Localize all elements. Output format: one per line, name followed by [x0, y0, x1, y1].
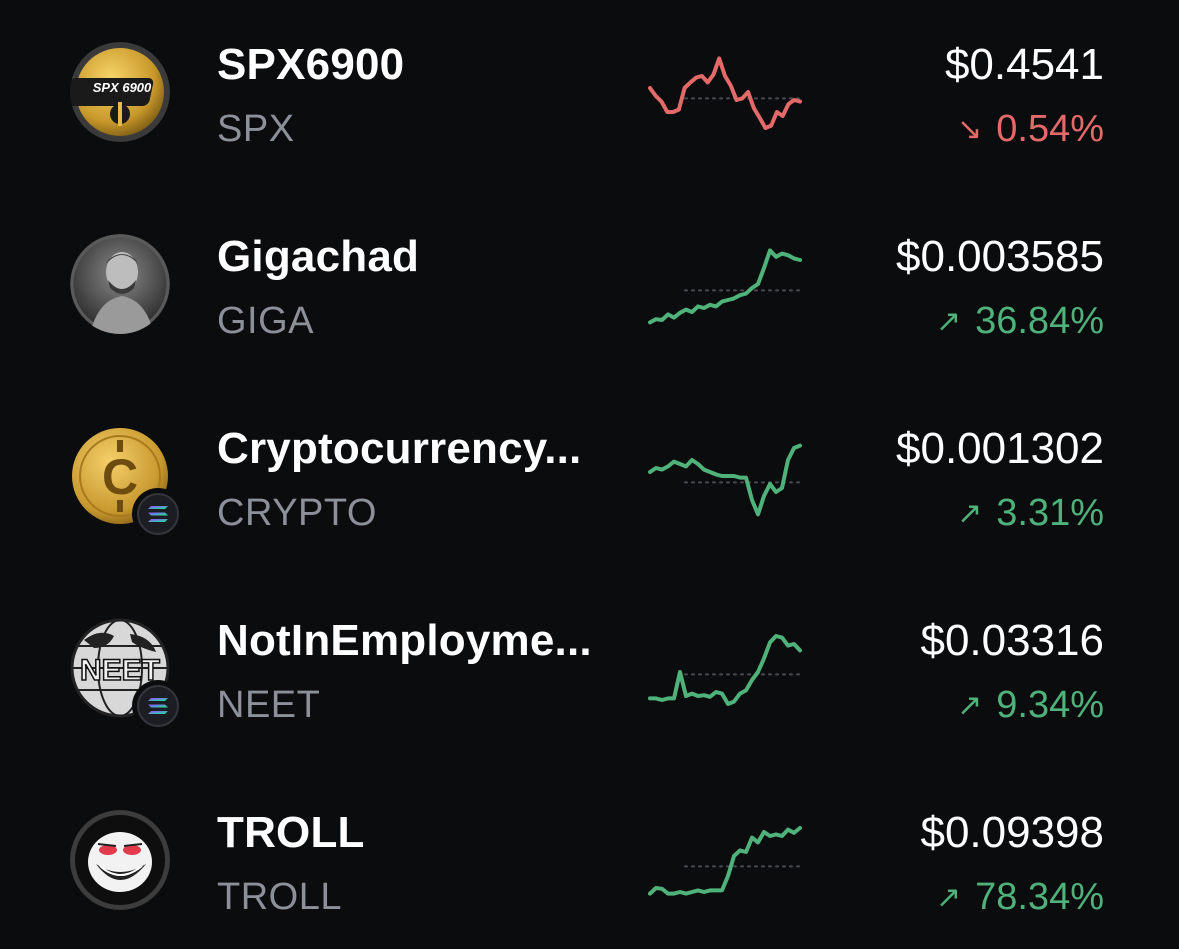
- trend-up-arrow-icon: ↗: [935, 881, 962, 914]
- price-change-value: 9.34%: [996, 684, 1104, 726]
- solana-badge-icon: [132, 488, 184, 540]
- token-symbol: NEET: [217, 684, 321, 726]
- price-change: ↘ 0.54%: [957, 108, 1104, 151]
- token-list: SPX 6900 SPX6900 SPX $0.4541 ↘ 0.54% Gig…: [0, 0, 1179, 949]
- token-symbol: CRYPTO: [217, 492, 377, 534]
- token-symbol: TROLL: [217, 876, 342, 918]
- token-price: $0.001302: [896, 424, 1104, 473]
- token-price: $0.4541: [944, 40, 1104, 89]
- sparkline-line: [648, 826, 802, 896]
- sparkline-line: [648, 443, 802, 517]
- sparkline-line: [648, 634, 802, 706]
- token-price: $0.003585: [896, 232, 1104, 281]
- price-change: ↗ 3.31%: [957, 492, 1104, 535]
- price-sparkline: [648, 443, 802, 517]
- token-symbol: SPX: [217, 108, 295, 150]
- sparkline-line: [648, 56, 802, 130]
- token-name: Cryptocurrency...: [217, 424, 582, 473]
- token-row-neet[interactable]: NEET NotInEmployme... NEET $0.03316 ↗ 9.…: [0, 576, 1179, 768]
- price-change-value: 0.54%: [996, 108, 1104, 150]
- token-price: $0.03316: [920, 616, 1104, 665]
- token-name: NotInEmployme...: [217, 616, 592, 665]
- price-sparkline: [648, 826, 802, 896]
- solana-badge-icon: [132, 680, 184, 732]
- token-row-crypto[interactable]: C Cryptocurrency... CRYPTO $0.001302 ↗ 3…: [0, 384, 1179, 576]
- price-change: ↗ 78.34%: [936, 876, 1104, 919]
- token-name: TROLL: [217, 808, 365, 857]
- trend-up-arrow-icon: ↗: [957, 497, 983, 530]
- token-row-troll[interactable]: TROLL TROLL $0.09398 ↗ 78.34%: [0, 768, 1179, 949]
- trend-up-arrow-icon: ↗: [957, 689, 983, 722]
- spx-logo-text: SPX 6900: [93, 80, 152, 95]
- token-price: $0.09398: [920, 808, 1104, 857]
- token-row-giga[interactable]: Gigachad GIGA $0.003585 ↗ 36.84%: [0, 192, 1179, 384]
- trend-down-arrow-icon: ↘: [957, 113, 983, 146]
- price-change: ↗ 36.84%: [936, 300, 1104, 343]
- token-name: Gigachad: [217, 232, 420, 281]
- price-sparkline: [648, 634, 802, 706]
- sparkline-line: [648, 248, 802, 325]
- token-row-spx[interactable]: SPX 6900 SPX6900 SPX $0.4541 ↘ 0.54%: [0, 0, 1179, 192]
- trend-up-arrow-icon: ↗: [935, 305, 962, 338]
- token-name: SPX6900: [217, 40, 405, 89]
- spx6900-logo-icon: SPX 6900: [70, 42, 170, 142]
- token-symbol: GIGA: [217, 300, 315, 342]
- trollface-icon: [70, 810, 170, 910]
- price-change-value: 36.84%: [975, 300, 1104, 342]
- price-change-value: 78.34%: [975, 876, 1104, 918]
- price-sparkline: [648, 56, 802, 130]
- price-change: ↗ 9.34%: [957, 684, 1104, 727]
- price-sparkline: [648, 248, 802, 325]
- price-change-value: 3.31%: [996, 492, 1104, 534]
- crypto-coin-letter: C: [102, 449, 138, 505]
- gigachad-portrait-icon: [70, 234, 170, 334]
